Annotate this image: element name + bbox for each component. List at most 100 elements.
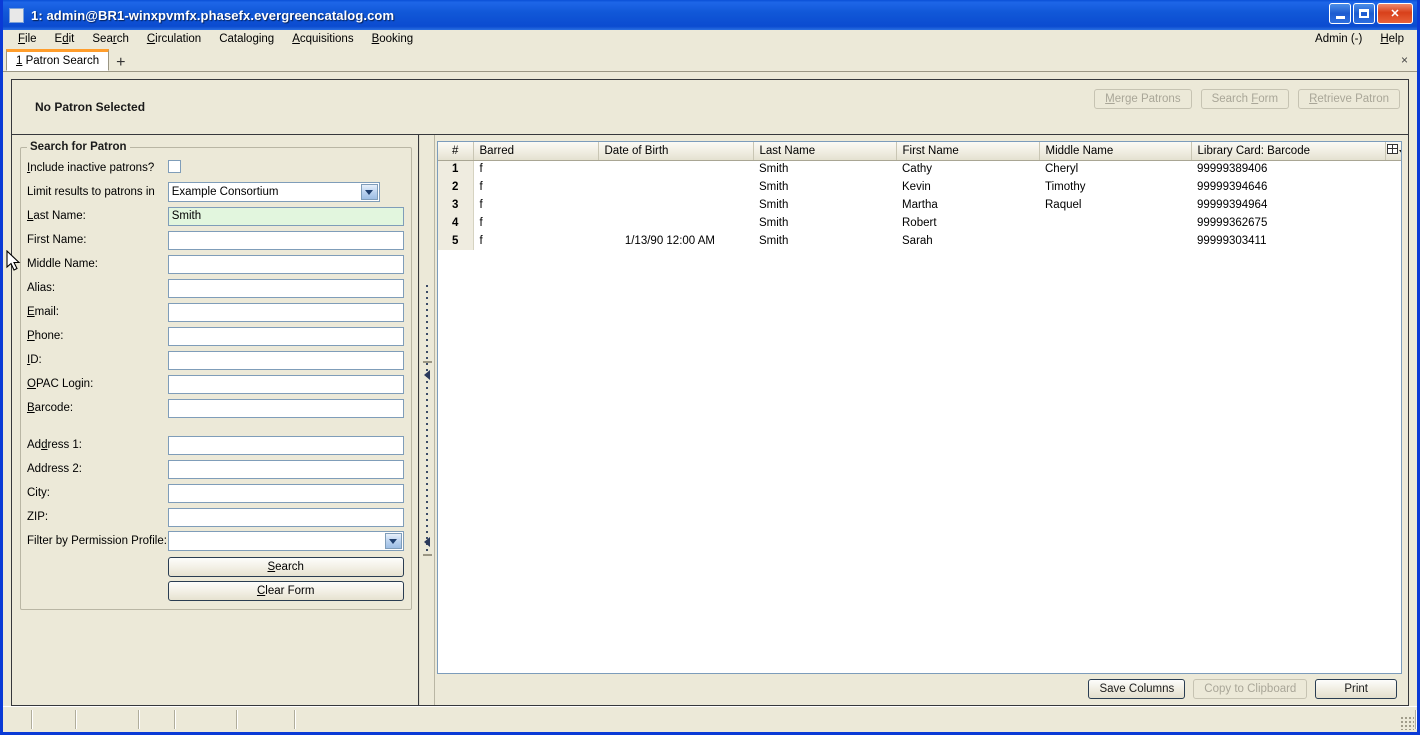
cell-middle-name: Timothy [1045, 181, 1086, 193]
col-header-barred[interactable]: Barred [473, 142, 599, 161]
column-picker-button[interactable] [1385, 142, 1401, 161]
pane-splitter[interactable] [419, 135, 435, 705]
form-row-opac-login: OPAC Login: [27, 372, 405, 396]
menu-cataloging[interactable]: Cataloging [210, 32, 283, 46]
search-pane: Search for Patron Include inactive patro… [12, 135, 419, 705]
cell-dob [598, 160, 753, 178]
include-inactive-label: Include inactive patrons? [27, 162, 155, 174]
cell-last-name: Smith [759, 163, 789, 176]
form-row-address1: Address 1: [27, 433, 405, 457]
cell-barcode: 99999303411 [1197, 235, 1267, 247]
resize-grip[interactable] [1400, 716, 1414, 730]
address2-label: Address 2: [27, 463, 82, 475]
include-inactive-checkbox[interactable] [167, 160, 181, 173]
menu-bar: File Edit Search Circulation Cataloging … [3, 30, 1417, 49]
maximize-button[interactable] [1353, 3, 1375, 24]
table-row[interactable]: 4 f Smith Robert 99999362675 [438, 214, 1401, 232]
email-input[interactable] [167, 302, 404, 322]
splitter-bar-bottom [423, 554, 432, 556]
menu-booking[interactable]: Booking [363, 32, 423, 46]
address2-input[interactable] [167, 459, 404, 479]
menu-circulation[interactable]: Circulation [138, 32, 210, 46]
results-pane: # Barred Date of Birth Last Name First N… [435, 135, 1408, 705]
results-table-body: 1 f Smith Cathy Cheryl 99999389406 2 f S… [438, 160, 1401, 250]
zip-input[interactable] [167, 507, 404, 527]
form-row-id: ID: [27, 348, 405, 372]
split-body: Search for Patron Include inactive patro… [12, 135, 1408, 705]
menu-edit[interactable]: Edit [46, 32, 84, 46]
menu-file[interactable]: File [9, 32, 46, 46]
permission-profile-select[interactable] [167, 531, 404, 551]
row-number: 1 [438, 160, 474, 178]
middle-name-input[interactable] [167, 254, 404, 274]
search-form-button[interactable]: Search Form [1200, 89, 1290, 109]
copy-to-clipboard-button[interactable]: Copy to Clipboard [1193, 679, 1308, 699]
status-bar [3, 706, 1417, 732]
opac-login-input[interactable] [167, 374, 404, 394]
table-row[interactable]: 5 f 1/13/90 12:00 AM Smith Sarah 9999930… [438, 232, 1401, 250]
cell-dob [598, 178, 753, 196]
minimize-button[interactable] [1329, 3, 1351, 24]
save-columns-button[interactable]: Save Columns [1088, 679, 1186, 699]
cell-last-name: Smith [759, 217, 789, 229]
zip-label: ZIP: [27, 511, 49, 523]
table-row[interactable]: 3 f Smith Martha Raquel 99999394964 [438, 196, 1401, 214]
last-name-input[interactable] [167, 206, 404, 226]
row-number: 2 [438, 178, 474, 196]
menu-search[interactable]: Search [83, 32, 137, 46]
id-label: ID: [27, 354, 42, 366]
search-button[interactable]: Search [167, 557, 404, 577]
retrieve-patron-button[interactable]: Retrieve Patron [1298, 89, 1400, 109]
barcode-input[interactable] [167, 398, 404, 418]
cell-middle-name [1039, 232, 1191, 250]
cell-first-name: Sarah [902, 235, 933, 247]
menu-acquisitions[interactable]: Acquisitions [283, 32, 362, 46]
chevron-down-icon [384, 533, 402, 549]
status-cell-7 [296, 710, 1417, 729]
table-row[interactable]: 2 f Smith Kevin Timothy 99999394646 [438, 178, 1401, 196]
menu-help[interactable]: Help [1371, 32, 1413, 46]
form-spacer [27, 420, 405, 433]
cell-middle-name: Cheryl [1045, 163, 1079, 176]
cell-barcode: 99999389406 [1197, 163, 1268, 176]
col-header-middle-name[interactable]: Middle Name [1039, 142, 1192, 161]
email-label: Email: [27, 306, 59, 318]
print-button[interactable]: Print [1315, 679, 1397, 699]
first-name-input[interactable] [167, 230, 404, 250]
clear-form-button[interactable]: Clear Form [167, 581, 404, 601]
close-tab-button[interactable]: × [1401, 53, 1408, 67]
col-header-last-name[interactable]: Last Name [753, 142, 897, 161]
status-cell-5 [176, 710, 238, 729]
id-input[interactable] [167, 350, 404, 370]
splitter-grip [426, 285, 428, 555]
merge-patrons-button[interactable]: Merge Patrons [1094, 89, 1192, 109]
cell-barred: f [479, 199, 483, 211]
col-header-number[interactable]: # [438, 142, 474, 161]
col-header-dob[interactable]: Date of Birth [598, 142, 754, 161]
col-header-library-card-barcode[interactable]: Library Card: Barcode [1191, 142, 1386, 161]
collapse-left-icon[interactable] [424, 370, 430, 380]
new-tab-button[interactable]: + [116, 55, 125, 71]
menu-admin[interactable]: Admin (-) [1306, 32, 1371, 46]
cell-first-name: Robert [902, 217, 937, 229]
city-input[interactable] [167, 483, 404, 503]
cell-barred: f [479, 163, 483, 176]
alias-input[interactable] [167, 278, 404, 298]
cell-dob [598, 196, 753, 214]
status-cell-4 [140, 710, 176, 729]
cell-barred: f [479, 235, 483, 247]
barcode-label: Barcode: [27, 402, 74, 414]
limit-results-select[interactable]: Example Consortium [167, 182, 380, 202]
table-row[interactable]: 1 f Smith Cathy Cheryl 99999389406 [438, 160, 1401, 178]
close-button[interactable]: ✕ [1377, 3, 1413, 24]
cell-barred: f [479, 181, 483, 193]
phone-input[interactable] [167, 326, 404, 346]
first-name-label: First Name: [27, 234, 87, 246]
minimize-icon [1335, 15, 1345, 19]
menu-bar-right: Admin (-) Help [1306, 32, 1413, 46]
address1-input[interactable] [167, 435, 404, 455]
collapse-left-icon-2[interactable] [424, 537, 430, 547]
search-for-patron-group: Search for Patron Include inactive patro… [20, 141, 412, 610]
tab-patron-search[interactable]: 1 Patron Search [6, 49, 110, 71]
col-header-first-name[interactable]: First Name [896, 142, 1040, 161]
